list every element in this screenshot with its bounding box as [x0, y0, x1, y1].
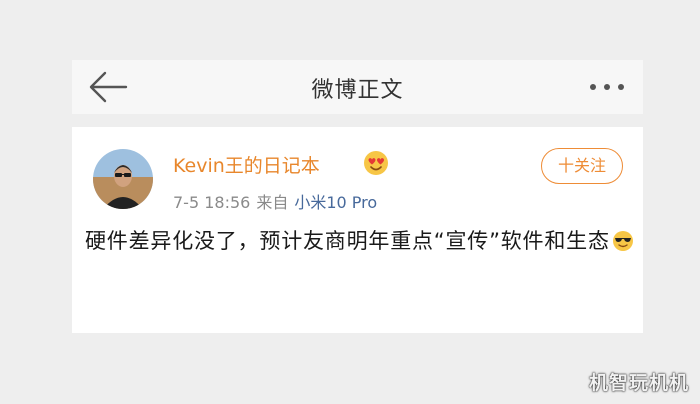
more-options-button[interactable] [585, 74, 629, 100]
more-dots-icon [590, 84, 624, 90]
post-meta: 7-5 18:56 来自 小米10 Pro [173, 189, 377, 213]
cool-sunglasses-emoji [612, 231, 633, 251]
post-text: 硬件差异化没了，预计友商明年重点“宣传”软件和生态 [85, 229, 610, 253]
source-label: 来自 [256, 193, 289, 212]
top-nav-bar: 微博正文 [72, 60, 643, 114]
author-name[interactable]: Kevin王的日记本 [173, 151, 320, 178]
watermark-text: 机智玩机机 [589, 372, 690, 394]
follow-button[interactable]: 十关注 [541, 148, 623, 184]
source-device-link[interactable]: 小米10 Pro [294, 193, 377, 212]
user-avatar[interactable] [93, 149, 153, 209]
weibo-post-card: Kevin王的日记本 7-5 18:56 来自 小米10 Pro 十关注 硬件差异化… [72, 127, 643, 333]
post-content: 硬件差异化没了，预计友商明年重点“宣传”软件和生态 [85, 224, 637, 258]
page-title: 微博正文 [311, 78, 404, 103]
post-time: 7-5 18:56 [173, 193, 251, 212]
vip-heart-eyes-icon [364, 151, 388, 175]
